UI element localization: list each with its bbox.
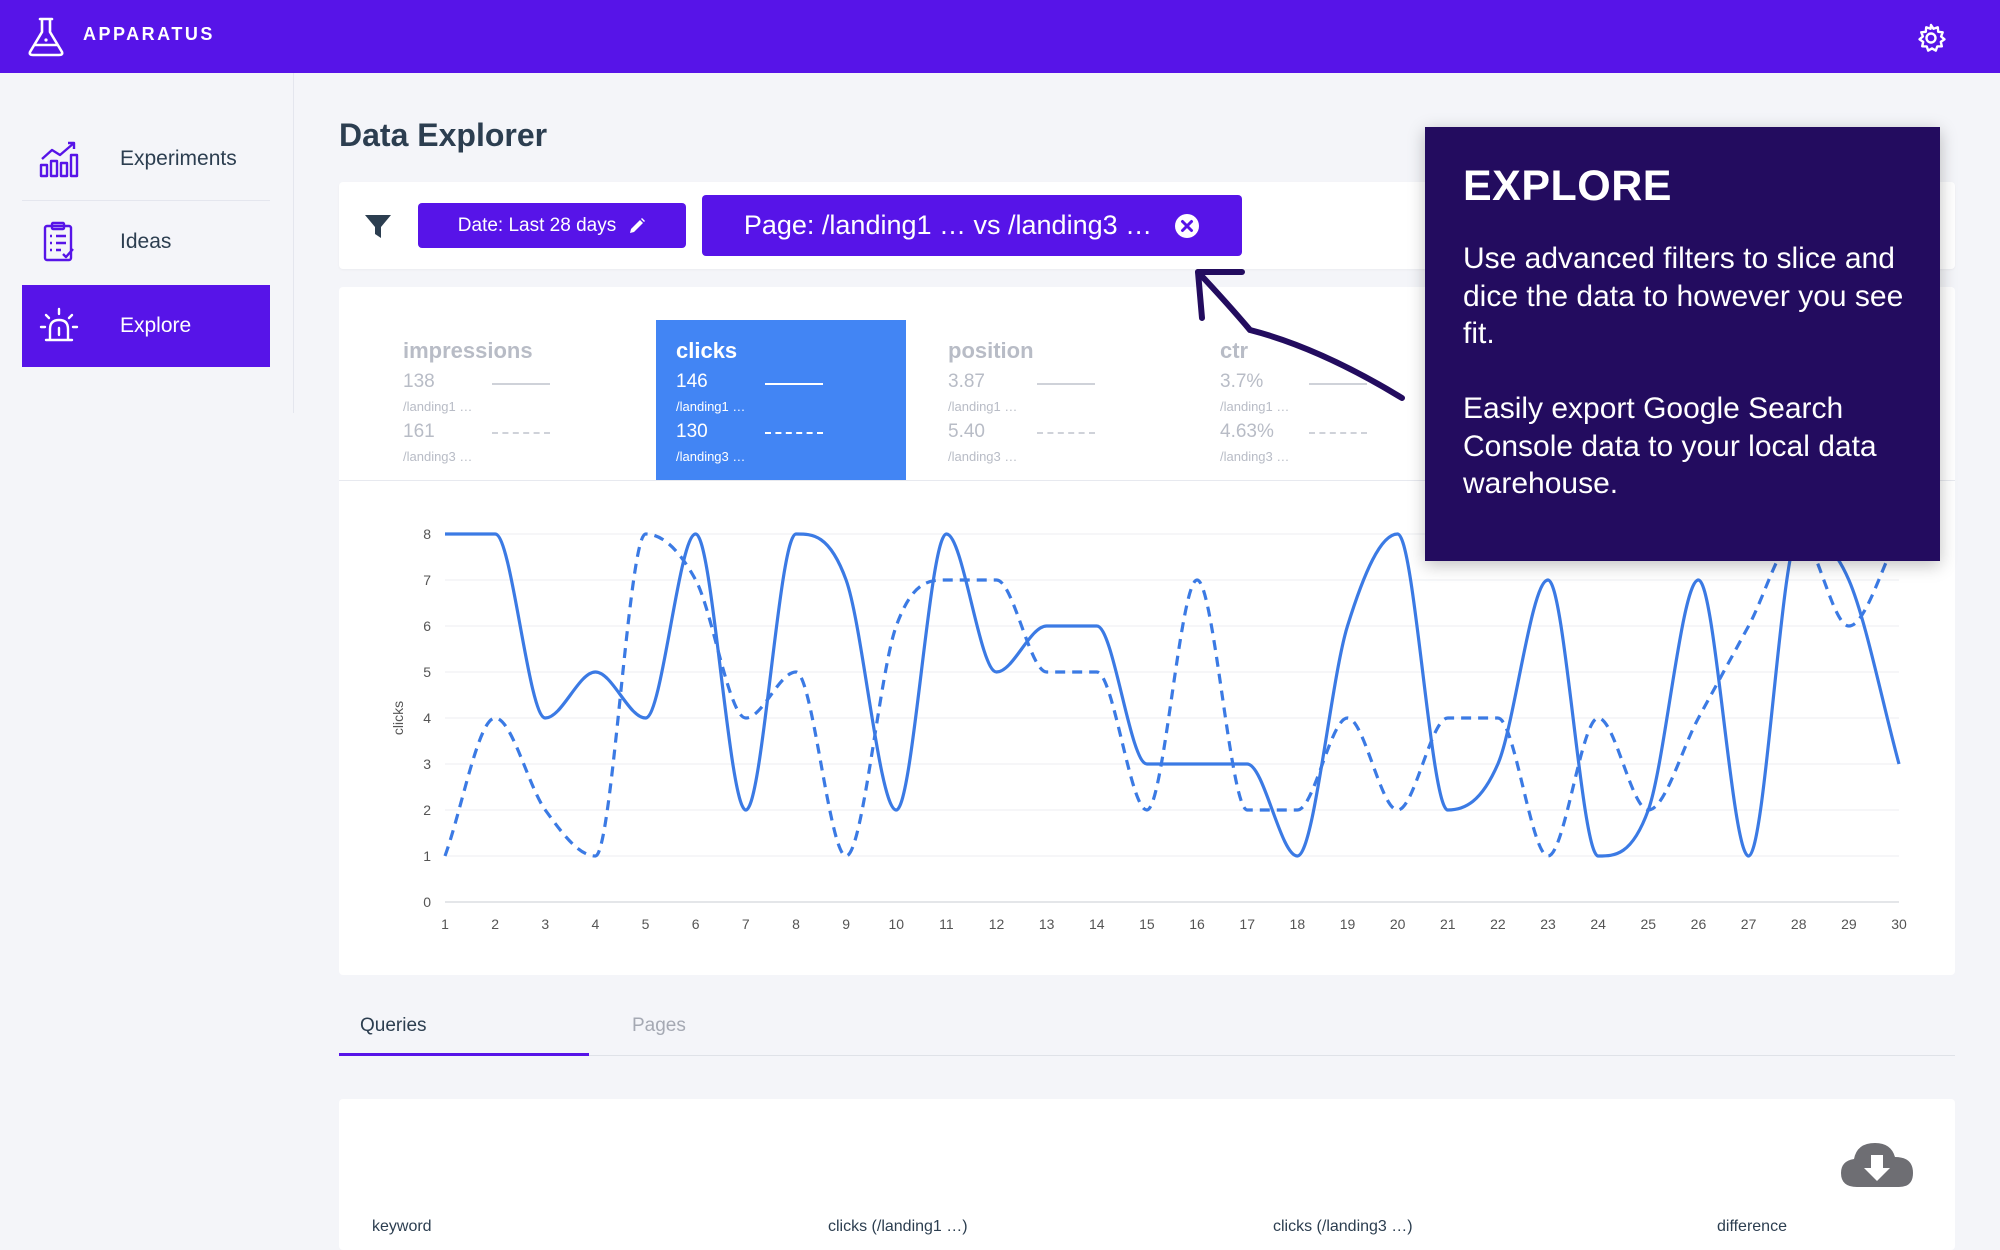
x-tick-label: 29 <box>1841 916 1857 932</box>
x-tick-label: 21 <box>1440 916 1456 932</box>
y-tick-label: 5 <box>423 664 431 680</box>
x-tick-label: 1 <box>441 916 449 932</box>
tab-bar: Queries Pages <box>339 1000 1955 1056</box>
x-tick-label: 8 <box>792 916 800 932</box>
x-tick-label: 9 <box>842 916 850 932</box>
tab-pages[interactable]: Pages <box>339 1000 739 1056</box>
y-tick-label: 3 <box>423 756 431 772</box>
date-filter-chip[interactable]: Date: Last 28 days <box>418 203 686 248</box>
x-tick-label: 5 <box>642 916 650 932</box>
x-tick-label: 27 <box>1741 916 1757 932</box>
alarm-light-icon <box>39 307 79 342</box>
sidebar-item-explore[interactable]: Explore <box>22 285 270 367</box>
close-circle-icon[interactable] <box>1174 213 1200 239</box>
date-filter-label: Date: Last 28 days <box>457 214 617 236</box>
column-header-clicks-landing1[interactable]: clicks (/landing1 …) <box>828 1218 968 1236</box>
x-tick-label: 30 <box>1891 916 1907 932</box>
tour-paragraph: Use advanced filters to slice and dice t… <box>1463 242 1904 350</box>
y-tick-label: 7 <box>423 572 431 588</box>
x-tick-label: 25 <box>1641 916 1657 932</box>
filter-icon[interactable] <box>364 212 392 240</box>
sidebar-item-ideas[interactable]: Ideas <box>22 201 270 283</box>
y-tick-label: 1 <box>423 848 431 864</box>
x-tick-label: 4 <box>592 916 600 932</box>
x-tick-label: 28 <box>1791 916 1807 932</box>
y-axis-label: clicks <box>390 701 406 735</box>
column-header-clicks-landing3[interactable]: clicks (/landing3 …) <box>1273 1218 1413 1236</box>
series-line-landing3 <box>443 532 1901 858</box>
x-tick-label: 24 <box>1590 916 1606 932</box>
sidebar-item-experiments[interactable]: Experiments <box>22 118 270 200</box>
page-filter-label: Page: /landing1 … vs /landing3 … <box>743 210 1153 240</box>
sidebar-item-label: Ideas <box>120 230 172 253</box>
x-tick-label: 10 <box>888 916 904 932</box>
y-tick-label: 6 <box>423 618 431 634</box>
sidebar-item-label: Explore <box>120 314 192 337</box>
cloud-download-icon[interactable] <box>1839 1137 1915 1189</box>
tour-paragraph: Easily export Google Search Console data… <box>1463 392 1877 500</box>
column-header-keyword[interactable]: keyword <box>372 1218 432 1236</box>
sidebar-border <box>293 73 294 413</box>
x-tick-label: 17 <box>1239 916 1255 932</box>
x-tick-label: 7 <box>742 916 750 932</box>
table-card: keyword clicks (/landing1 …) clicks (/la… <box>339 1099 1955 1250</box>
brand-name: APPARATUS <box>83 24 215 44</box>
flask-icon <box>28 17 64 57</box>
pencil-icon[interactable] <box>628 217 646 235</box>
y-tick-label: 2 <box>423 802 431 818</box>
x-tick-label: 20 <box>1390 916 1406 932</box>
x-tick-label: 13 <box>1039 916 1055 932</box>
x-tick-label: 16 <box>1189 916 1205 932</box>
gear-icon[interactable] <box>1915 22 1947 54</box>
x-tick-label: 14 <box>1089 916 1105 932</box>
y-tick-label: 4 <box>423 710 431 726</box>
top-bar: APPARATUS <box>0 0 2000 73</box>
tour-popover: EXPLORE Use advanced filters to slice an… <box>1425 127 1940 561</box>
page-title: Data Explorer <box>339 117 548 153</box>
x-tick-label: 26 <box>1691 916 1707 932</box>
x-tick-label: 6 <box>692 916 700 932</box>
x-tick-label: 3 <box>541 916 549 932</box>
x-tick-label: 11 <box>939 916 954 932</box>
y-tick-label: 8 <box>423 526 431 542</box>
tour-title: EXPLORE <box>1463 162 1672 210</box>
sidebar-item-label: Experiments <box>120 147 237 170</box>
x-tick-label: 23 <box>1540 916 1556 932</box>
page-filter-chip[interactable]: Page: /landing1 … vs /landing3 … <box>702 195 1242 256</box>
y-tick-label: 0 <box>423 894 431 910</box>
x-tick-label: 2 <box>491 916 499 932</box>
x-tick-label: 15 <box>1139 916 1155 932</box>
x-tick-label: 22 <box>1490 916 1506 932</box>
chart-growth-icon <box>39 141 79 178</box>
clipboard-list-icon <box>43 221 74 262</box>
tab-label: Pages <box>632 1015 686 1036</box>
x-tick-label: 18 <box>1290 916 1306 932</box>
x-tick-label: 19 <box>1340 916 1356 932</box>
column-header-difference[interactable]: difference <box>1717 1218 1787 1236</box>
x-tick-label: 12 <box>989 916 1005 932</box>
